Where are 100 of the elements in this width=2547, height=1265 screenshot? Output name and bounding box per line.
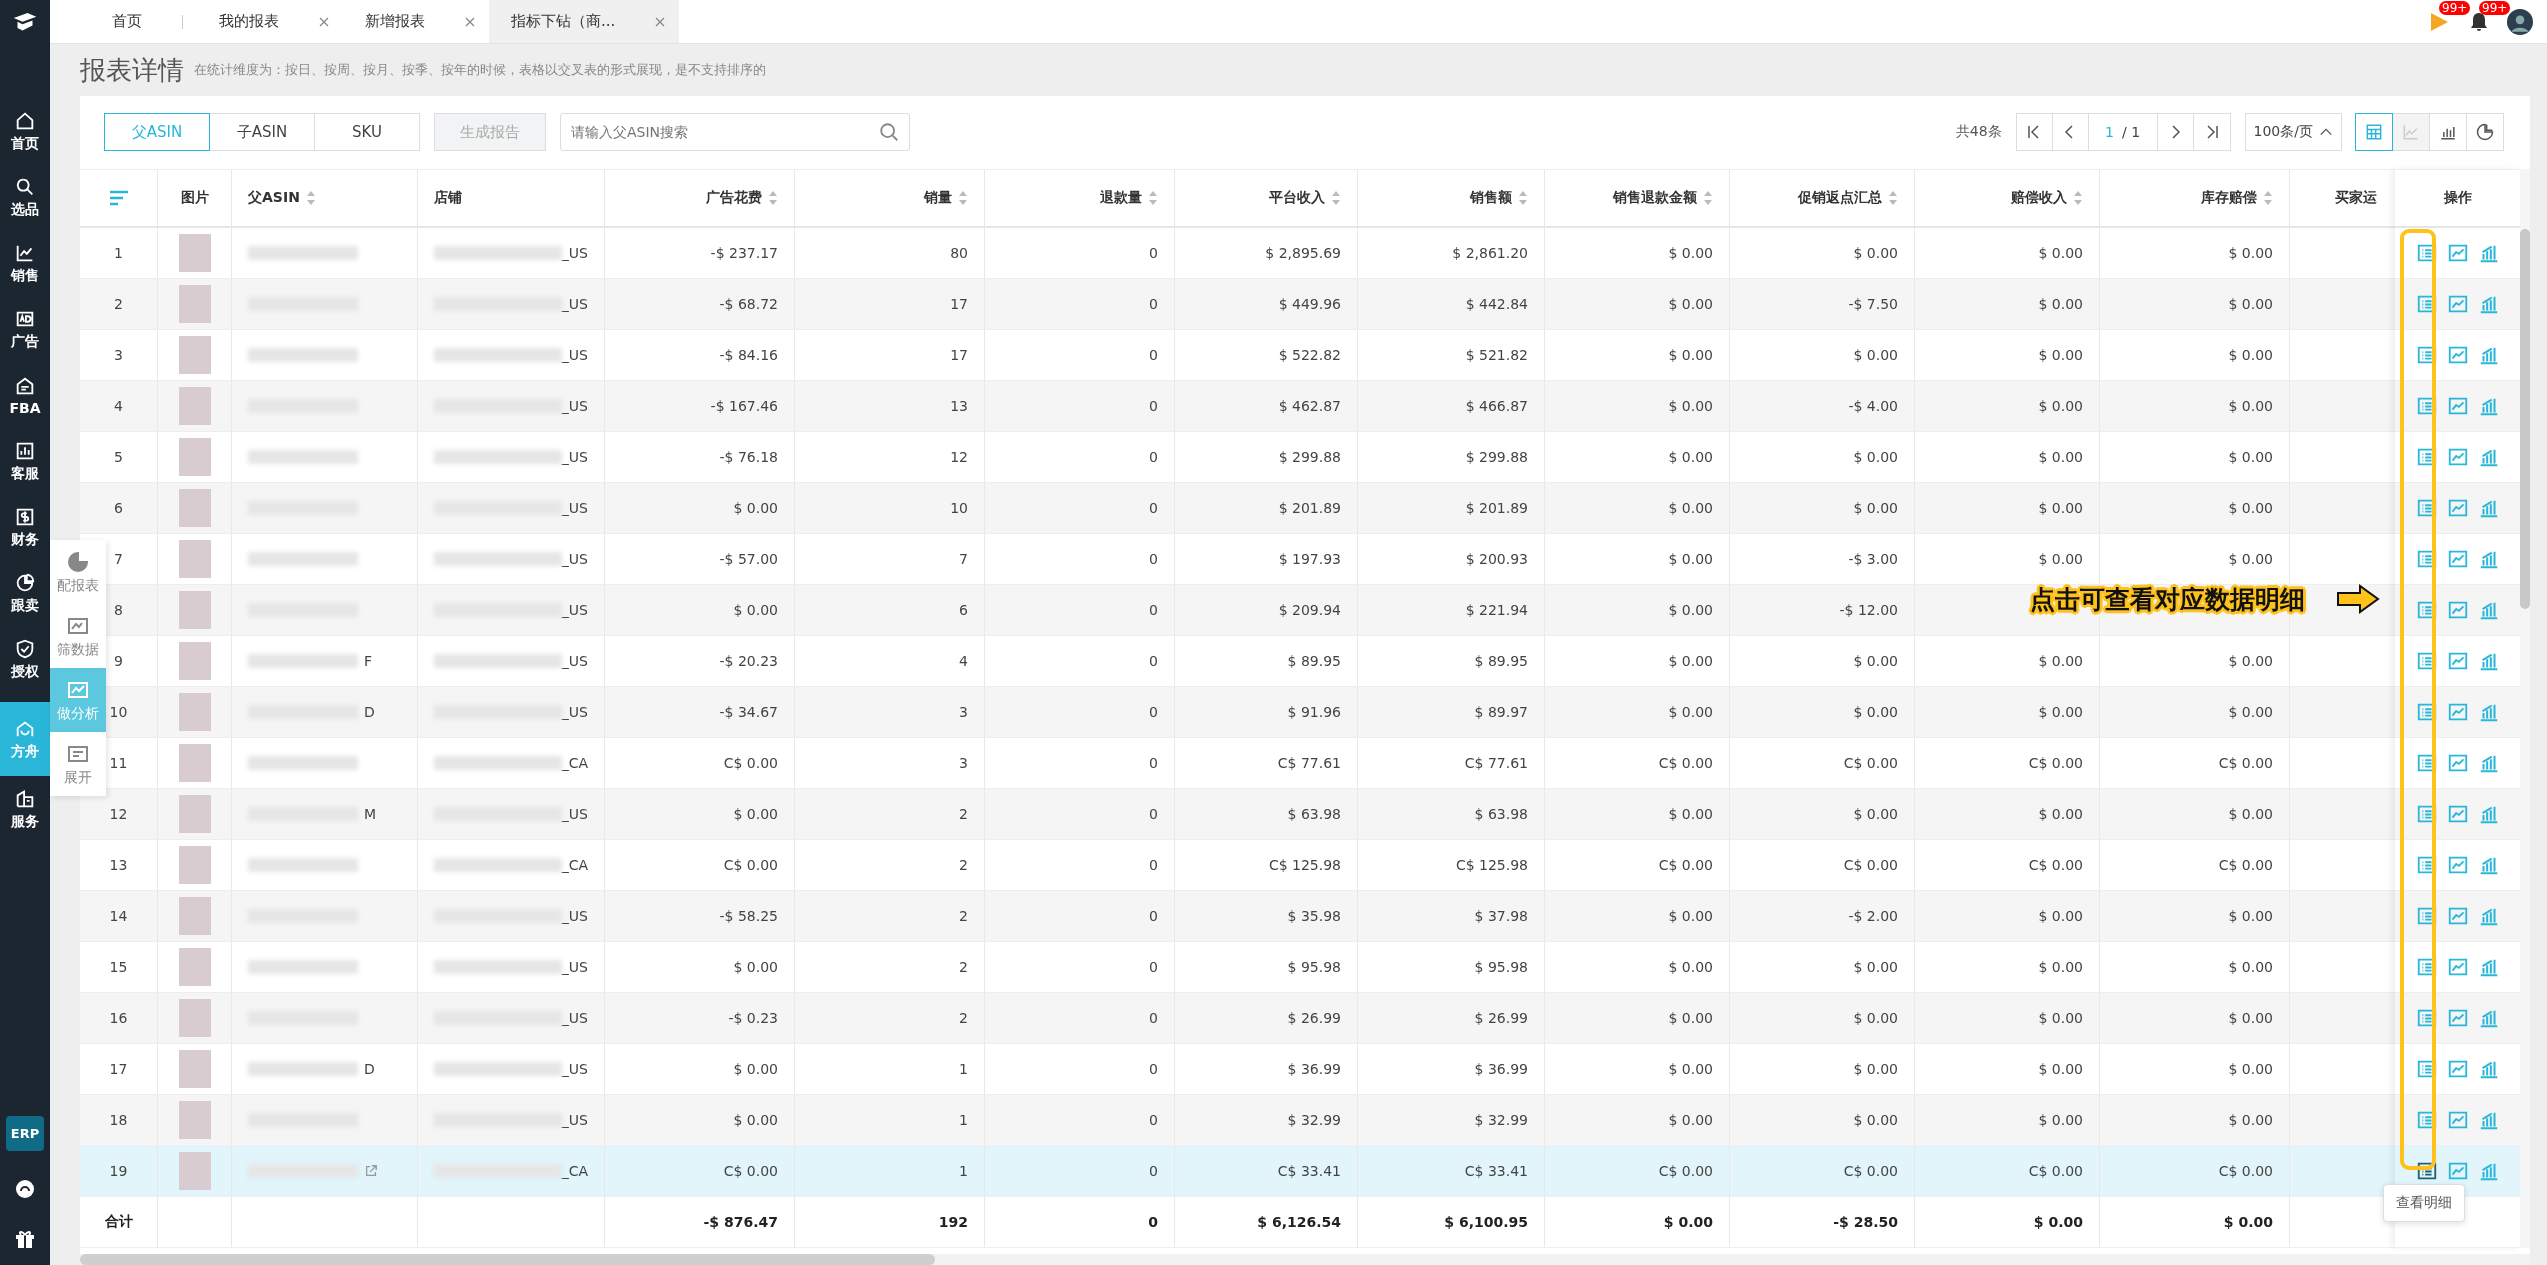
sidebar-item[interactable]: 首页 [0,98,50,164]
close-icon[interactable] [655,16,666,27]
horizontal-scrollbar[interactable] [80,1253,2530,1265]
table-cell: 0 [1149,397,1158,414]
building-icon[interactable] [14,787,36,810]
column-header[interactable]: 促销返点汇总 [1798,188,1882,207]
sidebar-item[interactable]: 授权 [0,626,50,692]
table-cell: -$ 57.00 [719,550,778,567]
table-cell: -$ 84.16 [719,346,778,363]
table-cell: $ 0.00 [733,1111,778,1128]
table-cell: C$ 0.00 [1658,754,1713,771]
table-cell: C$ 0.00 [723,754,778,771]
table-cell: _US [561,703,588,720]
column-header[interactable]: 退款量 [1100,188,1142,207]
table-cell: $ 0.00 [1853,1111,1898,1128]
table-cell: $ 0.00 [2228,1111,2273,1128]
sidebar-item[interactable]: 财务 [0,494,50,560]
sort-icon[interactable] [768,189,778,206]
sort-icon[interactable] [1331,189,1341,206]
erp-badge[interactable]: ERP [5,1116,45,1151]
table-cell: C$ 125.98 [1268,856,1341,873]
column-header[interactable]: 销售退款金额 [1613,188,1697,207]
pie-chart-icon[interactable] [14,571,36,594]
shield-icon[interactable] [14,637,36,660]
table-cell: 5 [114,448,123,465]
table-cell: C$ 0.00 [2218,754,2273,771]
avatar[interactable] [2507,8,2533,35]
support-icon[interactable] [13,1177,37,1201]
vertical-scrollbar[interactable] [2520,168,2530,1248]
segment-button[interactable]: 子ASIN [209,113,315,152]
table-cell: 1 [114,244,123,261]
table-cell: $ 0.00 [1668,1060,1713,1077]
close-icon[interactable] [465,16,475,27]
table-cell: 0 [1149,550,1158,567]
column-header[interactable]: 广告花费 [706,188,762,207]
sidebar-item[interactable]: 销售 [0,230,50,296]
tooltip: 查看明细 [2383,1183,2465,1222]
sort-icon[interactable] [1148,189,1158,206]
table-cell: $ 0.00 [2038,958,2083,975]
photo-placeholder [178,896,211,935]
sort-icon[interactable] [1703,189,1713,206]
tab[interactable]: 新增报表 [343,0,489,43]
table-cell: $ 221.94 [1465,601,1528,618]
notification-badge: 99+ [2479,0,2511,15]
table-cell: $ 521.82 [1465,346,1528,363]
sort-icon[interactable] [2263,189,2273,206]
table-cell: $ 0.00 [2038,397,2083,414]
tab[interactable]: 首页 [90,0,197,43]
table-cell: $ 0.00 [2038,346,2083,363]
table-cell: $ 442.84 [1465,295,1528,312]
table-cell: 3 [114,346,123,363]
sidebar-item[interactable]: FBA [0,362,50,428]
close-icon[interactable] [319,16,329,27]
sort-icon[interactable] [1518,189,1528,206]
floating-menu-item[interactable]: 筛数据 [50,604,106,668]
sidebar-item[interactable]: 广告 [0,296,50,362]
pie-chart-icon[interactable] [2475,122,2495,143]
column-header[interactable]: 平台收入 [1269,188,1325,207]
table-cell: $ 0.00 [2038,550,2083,567]
search-field[interactable]: 请输入父ASIN搜索 [560,113,910,152]
table-cell: -$ 7.50 [1848,295,1898,312]
notification-badge: 99+ [2439,0,2471,15]
sidebar-item[interactable]: 跟卖 [0,560,50,626]
sort-icon[interactable] [1888,189,1898,206]
arrow-icon [2335,584,2381,615]
tab[interactable]: 指标下钻（商... [489,0,680,43]
column-header[interactable]: 赔偿收入 [2011,188,2067,207]
view-toggle-button[interactable] [2355,113,2393,152]
column-header[interactable]: 销量 [924,188,952,207]
sidebar-item[interactable]: 选品 [0,164,50,230]
table-cell: C$ 0.00 [1843,856,1898,873]
sort-icon[interactable] [958,189,968,206]
table-cell: C$ 0.00 [2218,1162,2273,1179]
table-cell: 0 [1149,601,1158,618]
external-link-icon[interactable] [364,1163,378,1178]
table-cell: $ 36.99 [1474,1060,1528,1077]
table-cell: $ 0.00 [733,958,778,975]
table-cell: 17 [109,1060,128,1077]
tab[interactable]: 我的报表 [197,0,343,43]
table-cell: 0 [1149,1111,1158,1128]
table-cell: 2 [959,907,968,924]
column-header[interactable]: 父ASIN [248,188,300,207]
column-settings-icon[interactable] [108,189,129,206]
sidebar-item[interactable]: 服务 [0,776,50,842]
sidebar-item[interactable]: 客服 [0,428,50,494]
table-cell: $ 0.00 [2038,295,2083,312]
table-cell: 17 [950,346,968,363]
segment-button[interactable]: SKU [314,113,420,152]
sort-icon[interactable] [2073,189,2083,206]
column-header[interactable]: 库存赔偿 [2201,188,2257,207]
floating-menu-item[interactable]: 配报表 [50,540,106,604]
table-cell: $ 0.00 [2228,703,2273,720]
sort-icon[interactable] [305,189,316,206]
table-cell: $ 0.00 [2038,448,2083,465]
table-cell: 6 [114,499,123,516]
floating-menu-item[interactable]: 展开 [50,732,106,796]
page-size-dropdown[interactable]: 100条/页 [2244,113,2342,152]
column-header[interactable]: 销售额 [1470,188,1512,207]
table-cell: _CA [561,1162,588,1179]
table-cell: 0 [1149,346,1158,363]
